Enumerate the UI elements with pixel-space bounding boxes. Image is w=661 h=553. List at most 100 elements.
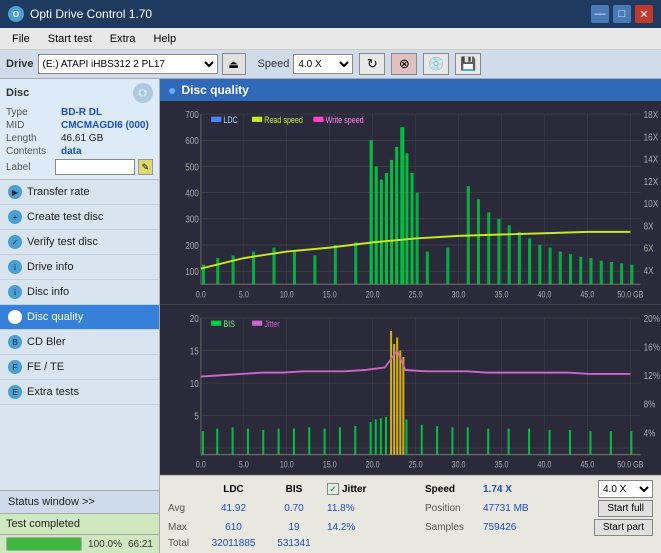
jitter-avg: 11.8% — [327, 503, 417, 514]
svg-text:BIS: BIS — [223, 319, 235, 329]
progress-bar-container — [6, 537, 82, 551]
bis-avg: 0.70 — [269, 503, 319, 514]
sidebar-item-drive-info[interactable]: i Drive info — [0, 255, 159, 280]
svg-text:15.0: 15.0 — [323, 460, 337, 470]
svg-text:20: 20 — [190, 313, 199, 324]
menu-start-test[interactable]: Start test — [40, 31, 100, 47]
stats-total-row: Total 32011885 531341 — [168, 538, 653, 549]
svg-text:300: 300 — [185, 213, 199, 225]
sidebar-item-create-test-disc[interactable]: + Create test disc — [0, 205, 159, 230]
sidebar-item-label: FE / TE — [27, 361, 64, 373]
mid-label: MID — [6, 120, 61, 131]
sidebar-item-disc-quality[interactable]: ★ Disc quality — [0, 305, 159, 330]
disc-quality-header: ● Disc quality — [160, 79, 661, 101]
svg-text:4%: 4% — [644, 427, 656, 438]
transfer-rate-icon: ▶ — [8, 185, 22, 199]
ldc-header: LDC — [206, 484, 261, 495]
progress-row: 100.0% 66:21 — [0, 534, 159, 553]
svg-text:50.0 GB: 50.0 GB — [617, 460, 644, 470]
sidebar-item-label: Extra tests — [27, 386, 79, 398]
menu-extra[interactable]: Extra — [102, 31, 144, 47]
start-part-button[interactable]: Start part — [594, 519, 653, 536]
chart1-container: 700 600 500 400 300 200 100 18X 16X 14X … — [160, 101, 661, 305]
disc-button[interactable]: 💿 — [423, 53, 449, 75]
svg-text:6X: 6X — [644, 242, 655, 254]
sidebar-item-cd-bler[interactable]: B CD Bler — [0, 330, 159, 355]
label-label: Label — [6, 162, 52, 173]
minimize-button[interactable]: — — [591, 5, 609, 23]
svg-text:5.0: 5.0 — [239, 460, 249, 470]
verify-test-disc-icon: ✓ — [8, 235, 22, 249]
svg-text:15: 15 — [190, 345, 199, 356]
svg-text:30.0: 30.0 — [452, 460, 466, 470]
stats-max-row: Max 610 19 14.2% Samples 759426 Start pa… — [168, 519, 653, 536]
title-bar-controls: — □ ✕ — [591, 5, 653, 23]
chart2-svg: 20 15 10 5 20% 16% 12% 8% 4% 0.0 5.0 10.… — [160, 305, 661, 474]
svg-text:8%: 8% — [644, 399, 656, 410]
bis-header: BIS — [269, 484, 319, 495]
svg-text:0.0: 0.0 — [196, 290, 206, 300]
svg-text:45.0: 45.0 — [580, 460, 594, 470]
svg-text:40.0: 40.0 — [537, 290, 551, 300]
menu-help[interactable]: Help — [145, 31, 184, 47]
svg-text:35.0: 35.0 — [495, 460, 509, 470]
eject-button[interactable]: ⏏ — [222, 53, 246, 75]
speed-header: Speed — [425, 484, 475, 495]
status-window-button[interactable]: Status window >> — [0, 490, 159, 513]
disc-title: Disc — [6, 87, 29, 99]
drive-info-icon: i — [8, 260, 22, 274]
svg-text:40.0: 40.0 — [537, 460, 551, 470]
stats-speed-select[interactable]: 4.0 X — [598, 480, 653, 498]
time-value: 66:21 — [128, 539, 153, 550]
progress-bar-fill — [7, 538, 81, 550]
drive-select[interactable]: (E:) ATAPI iHBS312 2 PL17 — [38, 54, 218, 74]
menu-file[interactable]: File — [4, 31, 38, 47]
ldc-avg: 41.92 — [206, 503, 261, 514]
svg-text:100: 100 — [185, 265, 199, 277]
app-icon: O — [8, 6, 24, 22]
label-input[interactable] — [55, 159, 135, 175]
sidebar-item-verify-test-disc[interactable]: ✓ Verify test disc — [0, 230, 159, 255]
avg-label: Avg — [168, 503, 198, 514]
maximize-button[interactable]: □ — [613, 5, 631, 23]
start-full-button[interactable]: Start full — [598, 500, 653, 517]
disc-icon: 💿 — [133, 83, 153, 103]
sidebar-item-fe-te[interactable]: F FE / TE — [0, 355, 159, 380]
svg-text:15.0: 15.0 — [323, 290, 337, 300]
type-label: Type — [6, 107, 61, 118]
svg-text:45.0: 45.0 — [580, 290, 594, 300]
close-button[interactable]: ✕ — [635, 5, 653, 23]
disc-type-row: Type BD-R DL — [6, 107, 153, 118]
svg-text:12X: 12X — [644, 175, 659, 187]
sidebar-item-disc-info[interactable]: i Disc info — [0, 280, 159, 305]
svg-text:200: 200 — [185, 239, 199, 251]
status-window-label: Status window >> — [8, 496, 95, 508]
sidebar-item-extra-tests[interactable]: E Extra tests — [0, 380, 159, 405]
menu-bar: File Start test Extra Help — [0, 28, 661, 50]
contents-label: Contents — [6, 146, 61, 157]
svg-text:600: 600 — [185, 134, 199, 146]
completed-label: Test completed — [6, 518, 80, 530]
disc-quality-icon: ★ — [8, 310, 22, 324]
label-edit-button[interactable]: ✎ — [138, 159, 153, 175]
svg-text:Read speed: Read speed — [264, 115, 303, 125]
stats-avg-row: Avg 41.92 0.70 11.8% Position 47731 MB S… — [168, 500, 653, 517]
svg-text:20.0: 20.0 — [366, 290, 380, 300]
svg-text:10: 10 — [190, 378, 199, 389]
window-title: Opti Drive Control 1.70 — [30, 7, 152, 21]
refresh-button[interactable]: ↻ — [359, 53, 385, 75]
length-label: Length — [6, 133, 61, 144]
jitter-checkbox[interactable]: ✓ — [327, 483, 339, 495]
total-label: Total — [168, 538, 198, 549]
sidebar-item-label: Create test disc — [27, 211, 103, 223]
sidebar-item-label: Transfer rate — [27, 186, 90, 198]
svg-text:4X: 4X — [644, 264, 655, 276]
svg-text:16%: 16% — [644, 342, 660, 353]
settings-button[interactable]: ⊗ — [391, 53, 417, 75]
content-area: ● Disc quality — [160, 79, 661, 553]
dq-icon: ● — [168, 82, 176, 98]
speed-select[interactable]: 4.0 X — [293, 54, 353, 74]
speed-label: Speed — [258, 58, 290, 70]
save-button[interactable]: 💾 — [455, 53, 481, 75]
sidebar-item-transfer-rate[interactable]: ▶ Transfer rate — [0, 180, 159, 205]
